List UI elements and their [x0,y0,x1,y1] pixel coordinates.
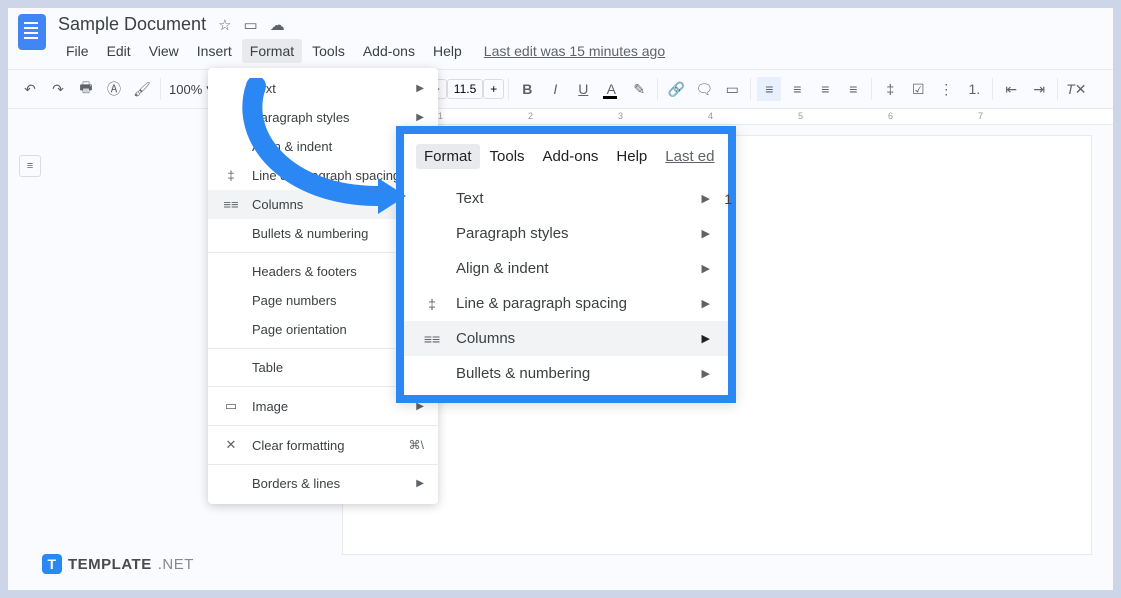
align-right-button[interactable]: ≡ [813,77,837,101]
menu-insert[interactable]: Insert [189,39,240,63]
watermark: T TEMPLATE .NET [42,554,194,574]
increase-indent-button[interactable]: ⇥ [1027,77,1051,101]
print-button[interactable]: 🖶 [74,77,98,101]
font-size-input[interactable]: 11.5 [447,79,483,99]
underline-button[interactable]: U [571,77,595,101]
document-title[interactable]: Sample Document [58,14,206,35]
menu-item-label: Clear formatting [252,438,397,453]
menu-shortcut: ⌘\ [409,438,424,452]
submenu-arrow-icon: ▶ [702,262,710,275]
submenu-arrow-icon: ▶ [702,297,710,310]
menu-item-label: Line & paragraph spacing [456,295,688,312]
callout-menu-format[interactable]: Format [416,144,480,169]
menu-item-label: Columns [252,197,404,212]
docs-icon[interactable] [18,14,46,50]
menu-item-label: Image [252,399,404,414]
bulleted-list-button[interactable]: ⋮ [934,77,958,101]
move-icon[interactable]: ▭ [244,16,258,34]
callout-menu-item-columns[interactable]: ≡≡ Columns ▶ [404,321,728,356]
menu-item-label: Align & indent [456,260,688,277]
submenu-arrow-icon: ▶ [702,367,710,380]
callout-last-edit[interactable]: Last ed [665,148,714,165]
paint-format-button[interactable]: 🖌 [130,77,154,101]
align-center-button[interactable]: ≡ [785,77,809,101]
numbered-list-button[interactable]: 1. [962,77,986,101]
italic-button[interactable]: I [543,77,567,101]
watermark-suffix: .NET [158,556,194,573]
menu-item-icon: ≡≡ [222,197,240,212]
decrease-indent-button[interactable]: ⇤ [999,77,1023,101]
submenu-arrow-icon: ▶ [416,112,424,123]
text-color-button[interactable]: A [599,77,623,101]
submenu-arrow-icon: ▶ [416,83,424,94]
submenu-arrow-icon: ▶ [702,192,710,205]
format-menu-item-borders-lines[interactable]: Borders & lines ▶ [208,469,438,498]
menu-tools[interactable]: Tools [304,39,353,63]
line-spacing-button[interactable]: ‡ [878,77,902,101]
menu-view[interactable]: View [141,39,187,63]
clear-formatting-button[interactable]: T✕ [1064,77,1088,101]
align-left-button[interactable]: ≡ [757,77,781,101]
menu-item-label: Borders & lines [252,476,404,491]
menu-file[interactable]: File [58,39,97,63]
cloud-status-icon[interactable]: ☁ [270,16,285,34]
template-logo-icon: T [42,554,62,574]
format-menu-item-clear-formatting[interactable]: ✕ Clear formatting ⌘\ [208,430,438,460]
callout-menu-item-bullets-numbering[interactable]: Bullets & numbering ▶ [404,356,728,391]
menu-item-label: Paragraph styles [456,225,688,242]
callout-menu-item-text[interactable]: Text▶1 [404,181,728,216]
menu-edit[interactable]: Edit [99,39,139,63]
outline-toggle-button[interactable]: ≡ [19,155,41,177]
insert-link-button[interactable]: 🔗 [664,77,688,101]
bold-button[interactable]: B [515,77,539,101]
callout-menu-tools[interactable]: Tools [482,144,533,169]
menu-item-label: Line & paragraph spacing [252,168,404,183]
spellcheck-button[interactable]: Ⓐ [102,77,126,101]
menu-item-label: Table [252,360,404,375]
undo-button[interactable]: ↶ [18,77,42,101]
menu-item-label: Paragraph styles [252,110,404,125]
menu-item-label: Text [252,81,404,96]
menu-item-label: Bullets & numbering [252,226,404,241]
font-size-plus[interactable]: + [483,79,504,99]
format-menu-item-text[interactable]: Text ▶ [208,74,438,103]
callout-menu-item-paragraph-styles[interactable]: Paragraph styles ▶ [404,216,728,251]
watermark-brand: TEMPLATE [68,556,152,573]
ruler[interactable]: 1 2 3 4 5 6 7 [338,109,1113,125]
redo-button[interactable]: ↷ [46,77,70,101]
menu-item-label: Bullets & numbering [456,365,688,382]
callout-menu-help[interactable]: Help [608,144,655,169]
menu-item-icon: ≡≡ [422,331,442,347]
callout-menu-item-line-paragraph-spacing[interactable]: ‡ Line & paragraph spacing ▶ [404,286,728,321]
checklist-button[interactable]: ☑ [906,77,930,101]
submenu-arrow-icon: ▶ [702,332,710,345]
menu-item-icon: ✕ [222,437,240,453]
align-justify-button[interactable]: ≡ [841,77,865,101]
callout-menu-item-align-indent[interactable]: Align & indent ▶ [404,251,728,286]
add-comment-button[interactable]: 🗨 [692,77,716,101]
highlight-button[interactable]: ✎ [627,77,651,101]
submenu-arrow-icon: ▶ [416,478,424,489]
menu-item-label: Columns [456,330,688,347]
star-icon[interactable]: ☆ [218,16,231,34]
menu-addons[interactable]: Add-ons [355,39,423,63]
zoom-callout: Format Tools Add-ons Help Last ed Text▶1… [396,126,736,403]
menu-item-label: Text [456,190,688,207]
menu-item-icon: ‡ [422,296,442,312]
submenu-arrow-icon: ▶ [702,227,710,240]
menu-item-label: Align & indent [252,139,404,154]
menu-item-icon: ▭ [222,398,240,414]
menu-help[interactable]: Help [425,39,470,63]
last-edit-link[interactable]: Last edit was 15 minutes ago [484,43,665,59]
toolbar: ↶ ↷ 🖶 Ⓐ 🖌 100% ▾ − 11.5 + B I U A ✎ 🔗 🗨 … [8,69,1113,109]
insert-image-button[interactable]: ▭ [720,77,744,101]
menu-format[interactable]: Format [242,39,302,63]
menu-item-icon: ‡ [222,168,240,183]
callout-menu-addons[interactable]: Add-ons [535,144,607,169]
